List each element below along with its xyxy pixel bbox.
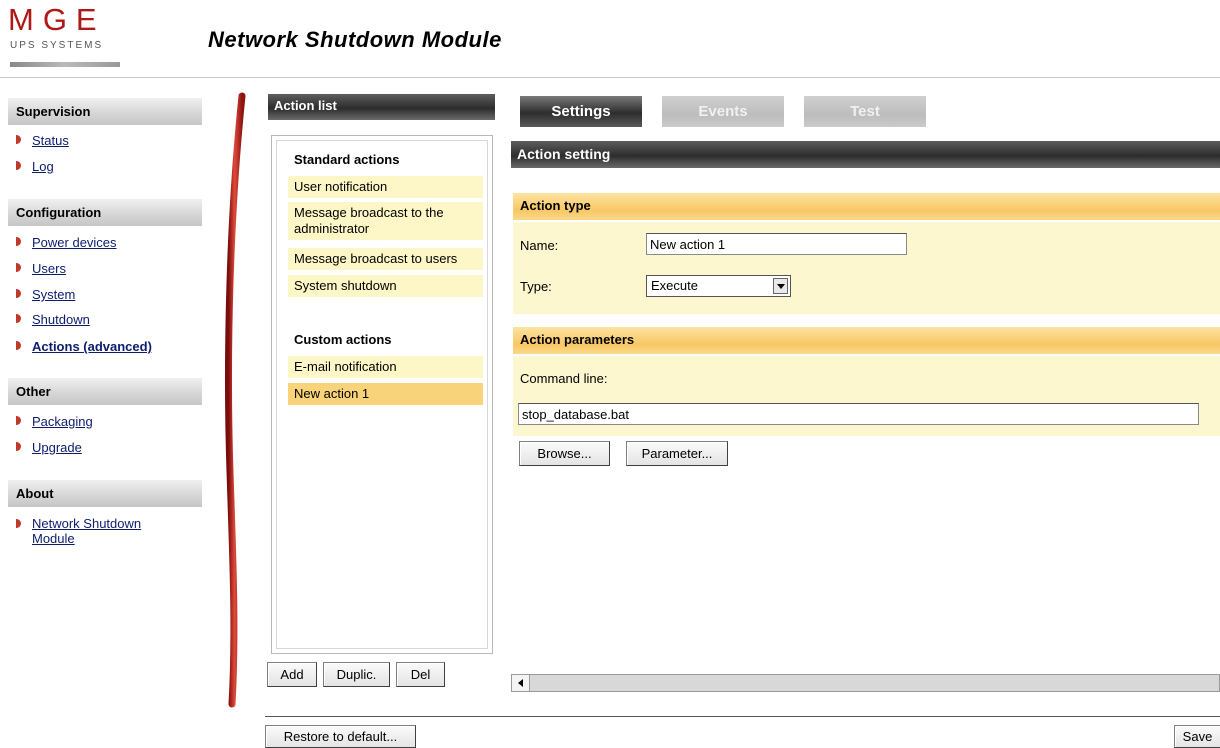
duplicate-button[interactable]: Duplic. bbox=[323, 662, 390, 687]
action-setting-header: Action setting bbox=[511, 141, 1220, 168]
browse-button[interactable]: Browse... bbox=[519, 441, 610, 466]
chevron-down-icon[interactable] bbox=[773, 278, 788, 294]
name-label: Name: bbox=[520, 238, 559, 253]
app-title: Network Shutdown Module bbox=[208, 27, 502, 52]
bullet-icon bbox=[16, 237, 21, 246]
sidebar-item-network-shutdown-module[interactable]: Network Shutdown Module bbox=[16, 516, 166, 546]
list-item-email-notification[interactable]: E-mail notification bbox=[288, 356, 483, 378]
parameter-button[interactable]: Parameter... bbox=[626, 441, 728, 466]
sidebar-item-packaging[interactable]: Packaging bbox=[16, 414, 93, 429]
action-list: Standard actions User notification Messa… bbox=[271, 135, 493, 654]
tab-test[interactable]: Test bbox=[804, 96, 926, 127]
sidebar-item-power-devices[interactable]: Power devices bbox=[16, 235, 117, 250]
bullet-icon bbox=[16, 161, 21, 170]
add-button[interactable]: Add bbox=[267, 662, 317, 687]
bullet-icon bbox=[16, 519, 21, 528]
sidebar-link[interactable]: Upgrade bbox=[32, 440, 82, 455]
tab-settings[interactable]: Settings bbox=[520, 96, 642, 127]
bullet-icon bbox=[16, 416, 21, 425]
list-item-user-notification[interactable]: User notification bbox=[288, 176, 483, 198]
list-item-broadcast-admin[interactable]: Message broadcast to the administrator bbox=[288, 202, 483, 240]
bullet-icon bbox=[16, 341, 21, 350]
type-select-value: Execute bbox=[651, 278, 698, 293]
tab-events[interactable]: Events bbox=[662, 96, 784, 127]
scroll-left-icon[interactable] bbox=[512, 675, 530, 691]
list-item-system-shutdown[interactable]: System shutdown bbox=[288, 275, 483, 297]
type-select[interactable]: Execute bbox=[646, 275, 791, 297]
custom-actions-heading: Custom actions bbox=[294, 332, 392, 347]
logo-text: MGE bbox=[8, 2, 106, 37]
sidebar-section-about: About bbox=[8, 480, 202, 507]
sidebar-item-system[interactable]: System bbox=[16, 287, 75, 302]
sidebar-section-other: Other bbox=[8, 378, 202, 405]
sidebar-link[interactable]: Power devices bbox=[32, 235, 117, 250]
standard-actions-heading: Standard actions bbox=[294, 152, 400, 167]
logo-bar bbox=[10, 62, 120, 67]
sidebar-link[interactable]: Shutdown bbox=[32, 312, 90, 327]
name-input[interactable] bbox=[646, 233, 907, 255]
sidebar-link[interactable]: Actions (advanced) bbox=[32, 339, 152, 354]
action-list-inner: Standard actions User notification Messa… bbox=[276, 140, 488, 649]
action-list-header: Action list bbox=[268, 94, 495, 120]
command-line-input[interactable] bbox=[518, 403, 1199, 425]
sidebar-item-users[interactable]: Users bbox=[16, 261, 66, 276]
list-item-broadcast-users[interactable]: Message broadcast to users bbox=[288, 248, 483, 270]
type-label: Type: bbox=[520, 279, 552, 294]
bullet-icon bbox=[16, 135, 21, 144]
sidebar-link[interactable]: Users bbox=[32, 261, 66, 276]
decorative-pipe bbox=[225, 92, 246, 708]
bullet-icon bbox=[16, 289, 21, 298]
sidebar-section-supervision: Supervision bbox=[8, 98, 202, 125]
command-line-label: Command line: bbox=[520, 371, 608, 386]
sidebar-section-configuration: Configuration bbox=[8, 199, 202, 226]
sidebar-item-status[interactable]: Status bbox=[16, 133, 69, 148]
sidebar-link[interactable]: Network Shutdown Module bbox=[32, 516, 166, 546]
footer-divider bbox=[265, 716, 1220, 717]
bullet-icon bbox=[16, 263, 21, 272]
save-button[interactable]: Save bbox=[1174, 725, 1220, 748]
sidebar-link[interactable]: Packaging bbox=[32, 414, 93, 429]
sidebar-link[interactable]: Log bbox=[32, 159, 54, 174]
sidebar-item-shutdown[interactable]: Shutdown bbox=[16, 312, 90, 327]
sidebar-item-upgrade[interactable]: Upgrade bbox=[16, 440, 82, 455]
header-divider bbox=[0, 77, 1220, 78]
sidebar-link[interactable]: System bbox=[32, 287, 75, 302]
sidebar-link[interactable]: Status bbox=[32, 133, 69, 148]
horizontal-scrollbar[interactable] bbox=[511, 674, 1220, 692]
list-item-new-action-1[interactable]: New action 1 bbox=[288, 383, 483, 405]
bullet-icon bbox=[16, 314, 21, 323]
action-parameters-header: Action parameters bbox=[513, 327, 1220, 354]
logo-subtitle: UPS SYSTEMS bbox=[10, 40, 104, 51]
sidebar-item-actions-advanced[interactable]: Actions (advanced) bbox=[16, 339, 152, 354]
sidebar-item-log[interactable]: Log bbox=[16, 159, 54, 174]
bullet-icon bbox=[16, 442, 21, 451]
restore-default-button[interactable]: Restore to default... bbox=[265, 725, 416, 748]
action-type-header: Action type bbox=[513, 193, 1220, 220]
delete-button[interactable]: Del bbox=[396, 662, 445, 687]
